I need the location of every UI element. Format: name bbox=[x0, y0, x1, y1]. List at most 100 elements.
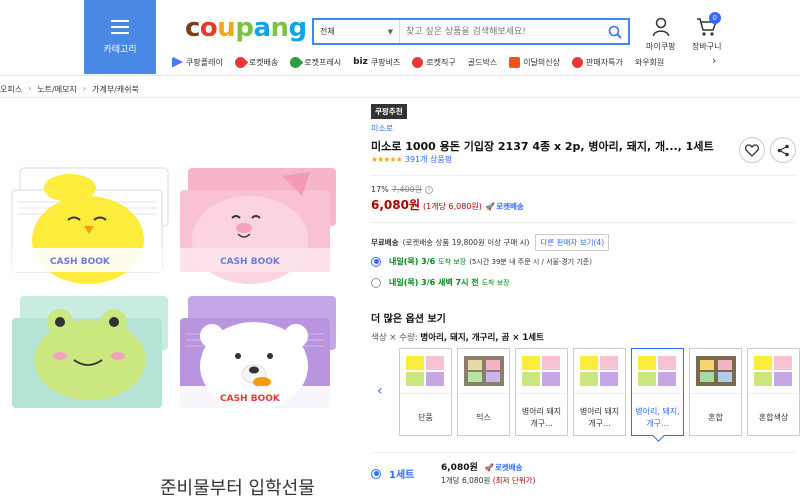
heart-icon bbox=[745, 143, 759, 157]
user-icon bbox=[649, 16, 673, 38]
divider bbox=[371, 175, 795, 176]
brand-link[interactable]: 미소로 bbox=[371, 123, 393, 134]
cash-book-label: CASH BOOK bbox=[220, 257, 281, 267]
option-thumbnail bbox=[632, 349, 683, 394]
option-summary: 색상 × 수량: 병아리, 돼지, 개구리, 곰 × 1세트 bbox=[371, 333, 544, 343]
quicknav-item-biz[interactable]: biz 쿠팡비즈 bbox=[353, 57, 400, 68]
product-image[interactable]: CASH BOOK CASH BOOK CASH BOOK bbox=[10, 160, 340, 420]
other-seller-button[interactable]: 다른 판매자 보기(4) bbox=[535, 234, 610, 251]
discount-row: 17% 7,400원 i bbox=[371, 184, 434, 195]
shipping-condition: (로켓배송 상품 19,800원 이상 구매 시) bbox=[402, 238, 530, 247]
product-title: 미소로 1000 용돈 기입장 2137 4종 x 2p, 병아리, 돼지, 개… bbox=[371, 140, 714, 153]
selection-unit-price: 1개당 6,080원 (최저 단위가) bbox=[441, 476, 536, 485]
category-button[interactable]: 카테고리 bbox=[84, 0, 156, 74]
product-caption: 준비물부터 입학선물 bbox=[160, 478, 315, 498]
info-icon[interactable]: i bbox=[425, 185, 434, 194]
quantity-radio[interactable] bbox=[371, 468, 381, 479]
option-card[interactable]: 단품 bbox=[399, 348, 452, 436]
quantity-label: 1세트 bbox=[389, 470, 415, 481]
header-divider bbox=[0, 75, 800, 76]
option-thumbnail bbox=[690, 349, 741, 394]
option-card[interactable]: 병아리 돼지 개구... bbox=[515, 348, 568, 436]
rocket-badge: 🚀 로켓배송 bbox=[485, 202, 524, 211]
delivery-date: 내일(목) 3/6 새벽 7시 전 bbox=[389, 278, 479, 287]
breadcrumb-item[interactable]: 가계부/캐쉬북 bbox=[92, 84, 139, 95]
play-icon bbox=[172, 56, 183, 68]
coupang-recommend-badge: 쿠팡추천 bbox=[371, 104, 407, 119]
quicknav-item-goldbox[interactable]: 골드박스 bbox=[468, 57, 497, 68]
free-shipping-label: 무료배송 bbox=[371, 238, 399, 247]
option-thumbnail bbox=[516, 349, 567, 394]
breadcrumb-item[interactable]: 오피스 bbox=[0, 84, 22, 95]
search-category-value: 전체 bbox=[320, 27, 335, 36]
delivery-date: 내일(목) 3/6 bbox=[389, 257, 436, 266]
option-card[interactable]: 혼합색상 bbox=[747, 348, 800, 436]
option-card[interactable]: 혼합 bbox=[689, 348, 742, 436]
option-card-selected[interactable]: 병아리, 돼지, 개구... bbox=[631, 348, 684, 436]
discount-rate: 17% bbox=[371, 185, 389, 194]
option-card[interactable]: 병아리 돼지 개구... bbox=[573, 348, 626, 436]
star-rating-icon: ★★★★★ bbox=[371, 155, 403, 164]
selection-price: 6,080원 🚀 로켓배송 bbox=[441, 463, 523, 473]
menu-icon bbox=[111, 19, 129, 34]
search-bar: 전체 ▼ bbox=[312, 18, 630, 45]
original-price: 7,400원 bbox=[391, 185, 423, 194]
cart-icon: 0 bbox=[695, 12, 721, 38]
search-icon[interactable] bbox=[602, 25, 628, 39]
cart-button[interactable]: 0 장바구니 bbox=[692, 12, 722, 52]
search-category-select[interactable]: 전체 ▼ bbox=[314, 20, 400, 43]
seller-deal-icon bbox=[572, 56, 584, 68]
delivery-radio[interactable] bbox=[371, 256, 381, 267]
chevron-left-icon[interactable]: ‹ bbox=[377, 383, 383, 399]
option-thumbnail bbox=[400, 349, 451, 394]
option-thumbnail bbox=[574, 349, 625, 394]
coupang-logo[interactable]: coupang bbox=[185, 13, 307, 43]
breadcrumb-divider bbox=[0, 97, 800, 98]
shipping-info: 무료배송 (로켓배송 상품 19,800원 이상 구매 시) 다른 판매자 보기… bbox=[371, 234, 610, 251]
option-thumbnail bbox=[748, 349, 799, 394]
rocket-icon: 🚀 bbox=[484, 463, 494, 472]
quantity-option[interactable]: 1세트 bbox=[371, 466, 414, 481]
rocket-icon: 🚀 bbox=[485, 202, 496, 211]
option-thumbnail bbox=[458, 349, 509, 394]
my-coupang-label: 마이쿠팡 bbox=[646, 42, 676, 51]
wishlist-button[interactable] bbox=[739, 137, 765, 163]
selected-option-value: 병아리, 돼지, 개구리, 곰 × 1세트 bbox=[420, 333, 544, 343]
quicknav-item-rocket-fresh[interactable]: 로켓프레시 bbox=[287, 54, 341, 70]
cart-count-badge: 0 bbox=[708, 12, 721, 24]
cash-book-label: CASH BOOK bbox=[50, 257, 111, 267]
quicknav-item-new[interactable]: 이달의신상 bbox=[509, 56, 560, 68]
rocket-global-icon bbox=[412, 56, 424, 68]
review-count[interactable]: 391개 상품평 bbox=[405, 154, 452, 165]
chevron-right-icon[interactable]: › bbox=[712, 54, 716, 67]
quicknav-item-wow[interactable]: 와우회원 bbox=[635, 57, 664, 68]
rating[interactable]: ★★★★★ 391개 상품평 bbox=[371, 154, 452, 165]
my-coupang-button[interactable]: 마이쿠팡 bbox=[646, 16, 675, 52]
option-list: 단품 믹스 병아리 돼지 개구... 병아리 돼지 개구... 병아리, 돼지,… bbox=[399, 348, 800, 436]
cash-book-label: CASH BOOK bbox=[220, 394, 281, 404]
quicknav-item-rocket[interactable]: 로켓배송 bbox=[232, 54, 278, 70]
price-row: 6,080원 (1개당 6,080원) 🚀 로켓배송 bbox=[371, 196, 524, 213]
rocket-badge: 🚀 로켓배송 bbox=[484, 463, 523, 472]
biz-icon: biz bbox=[353, 57, 368, 67]
cart-label: 장바구니 bbox=[692, 42, 722, 51]
quicknav-item-seller-deal[interactable]: 판매자특가 bbox=[572, 56, 623, 68]
option-card[interactable]: 믹스 bbox=[457, 348, 510, 436]
delivery-option[interactable]: 내일(목) 3/6 도착 보장 (5시간 39분 내 주문 시 / 서울⋅경기 … bbox=[371, 256, 592, 267]
delivery-radio[interactable] bbox=[371, 277, 381, 288]
quicknav-item-coupang-play[interactable]: 쿠팡플레이 bbox=[172, 56, 223, 68]
lowest-unit-label: (최저 단위가) bbox=[492, 476, 536, 485]
chevron-down-icon: ▼ bbox=[387, 27, 393, 36]
category-label: 카테고리 bbox=[103, 44, 137, 55]
breadcrumb-item[interactable]: 노트/메모지 bbox=[37, 84, 77, 95]
delivery-option[interactable]: 내일(목) 3/6 새벽 7시 전 도착 보장 bbox=[371, 277, 510, 288]
divider bbox=[371, 452, 795, 453]
more-options-heading: 더 많은 옵션 보기 bbox=[371, 314, 446, 325]
share-button[interactable] bbox=[770, 137, 796, 163]
quicknav-item-rocket-global[interactable]: 로켓직구 bbox=[412, 56, 456, 68]
divider bbox=[371, 222, 795, 223]
sale-price: 6,080원 bbox=[371, 198, 420, 212]
search-input[interactable] bbox=[400, 20, 602, 43]
breadcrumb: 오피스 › 노트/메모지 › 가계부/캐쉬북 bbox=[0, 84, 139, 95]
delivery-detail: (5시간 39분 내 주문 시 / 서울⋅경기 기준) bbox=[469, 257, 592, 266]
